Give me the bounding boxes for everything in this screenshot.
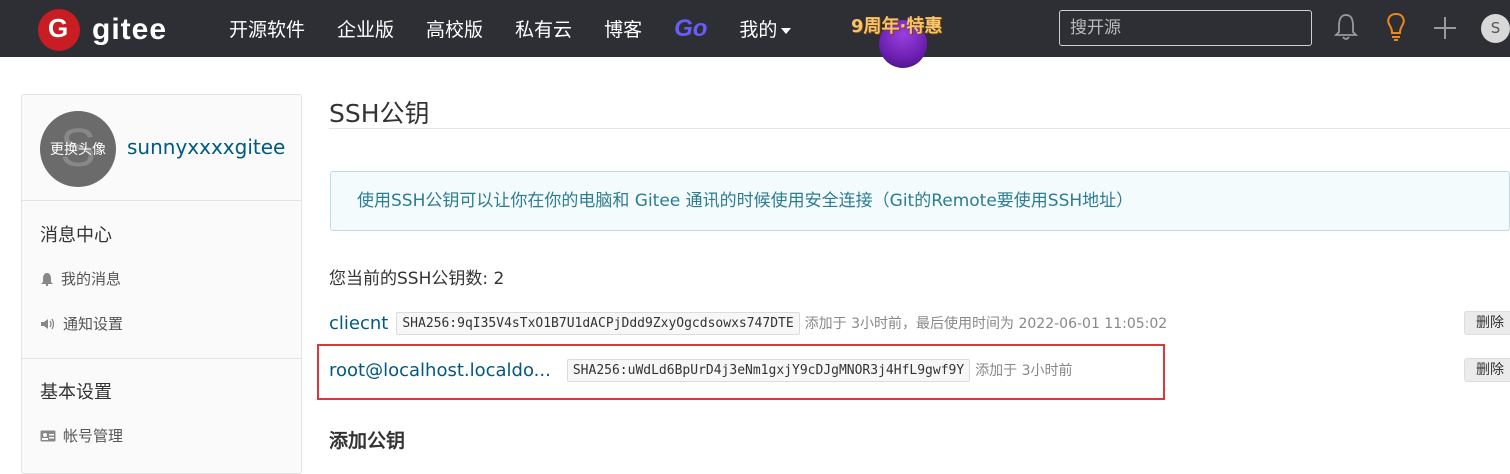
gitee-logo[interactable]: G gitee <box>38 9 167 51</box>
sidebar-item-label: 通知设置 <box>63 315 124 333</box>
settings-sidebar: S 更换头像 sunnyxxxxgitee 消息中心 我的消息 通知设置 基本设… <box>21 94 302 474</box>
nav-item-opensource[interactable]: 开源软件 <box>229 15 305 42</box>
nav-item-private-cloud[interactable]: 私有云 <box>515 15 572 42</box>
promo-label: 9周年·特惠 <box>851 16 943 37</box>
nav-mine-label: 我的 <box>739 19 778 41</box>
profile-avatar[interactable]: S 更换头像 <box>40 111 116 187</box>
logo-text: gitee <box>92 13 168 46</box>
page-title: SSH公钥 <box>329 99 430 128</box>
sidebar-item-label: 我的消息 <box>61 270 122 288</box>
nav-item-blog[interactable]: 博客 <box>604 15 642 42</box>
logo-badge-icon: G <box>38 9 80 51</box>
ssh-key-name[interactable]: cliecnt <box>329 313 388 334</box>
nav-item-mine[interactable]: 我的 <box>739 15 792 42</box>
add-key-heading: 添加公钥 <box>329 430 406 452</box>
speaker-icon <box>41 318 55 329</box>
ssh-key-row: cliecnt SHA256:9qI35V4sTxO1B7U1dACPjDdd9… <box>329 308 1167 338</box>
ssh-key-count: 您当前的SSH公钥数: 2 <box>329 269 505 289</box>
title-divider <box>329 128 1510 129</box>
sidebar-section-basic: 基本设置 <box>40 382 112 403</box>
delete-key-button[interactable]: 删除 <box>1464 311 1510 335</box>
ssh-key-meta: 添加于 3小时前 <box>975 363 1073 379</box>
notification-bell-icon[interactable] <box>1333 12 1359 46</box>
sidebar-item-notify-settings[interactable]: 通知设置 <box>40 313 123 334</box>
user-avatar[interactable]: S <box>1481 14 1510 43</box>
profile-card: S 更换头像 sunnyxxxxgitee <box>22 95 301 201</box>
ssh-key-fingerprint: SHA256:uWdLd6BpUrD4j3eNm1gxjY9cDJgMNOR3j… <box>566 358 971 382</box>
sidebar-section-messages: 消息中心 <box>40 225 112 246</box>
delete-key-button[interactable]: 删除 <box>1464 358 1510 382</box>
top-navbar: G gitee 开源软件 企业版 高校版 私有云 博客 Go 我的 9周年·特惠… <box>0 0 1510 68</box>
nav-item-go[interactable]: Go <box>674 15 707 43</box>
logo-letter: G <box>48 13 69 43</box>
main-nav: 开源软件 企业版 高校版 私有云 博客 Go 我的 <box>229 0 823 57</box>
sidebar-item-my-messages[interactable]: 我的消息 <box>40 268 121 289</box>
change-avatar-label: 更换头像 <box>50 142 106 158</box>
ssh-key-name[interactable]: root@localhost.localdo... <box>329 360 551 381</box>
chevron-down-icon <box>781 27 792 34</box>
ssh-key-row: root@localhost.localdo... SHA256:uWdLd6B… <box>329 355 1073 385</box>
anniversary-promo-banner[interactable]: 9周年·特惠 <box>851 6 955 68</box>
ssh-key-meta: 添加于 3小时前，最后使用时间为 2022-06-01 11:05:02 <box>804 316 1168 332</box>
search-input[interactable] <box>1059 10 1312 46</box>
id-card-icon <box>40 430 56 441</box>
ssh-key-fingerprint: SHA256:9qI35V4sTxO1B7U1dACPjDdd9ZxyOgcds… <box>396 311 800 335</box>
sidebar-divider <box>22 358 301 359</box>
ssh-info-alert: 使用SSH公钥可以让你在你的电脑和 Gitee 通讯的时候使用安全连接（Git的… <box>330 171 1510 231</box>
lightbulb-icon[interactable] <box>1384 12 1408 46</box>
nav-item-education[interactable]: 高校版 <box>426 15 483 42</box>
bell-icon <box>41 272 53 286</box>
plus-icon[interactable] <box>1433 12 1457 46</box>
sidebar-item-label: 帐号管理 <box>63 427 124 445</box>
sidebar-item-account[interactable]: 帐号管理 <box>40 425 123 446</box>
profile-username[interactable]: sunnyxxxxgitee <box>127 135 285 159</box>
nav-item-enterprise[interactable]: 企业版 <box>337 15 394 42</box>
